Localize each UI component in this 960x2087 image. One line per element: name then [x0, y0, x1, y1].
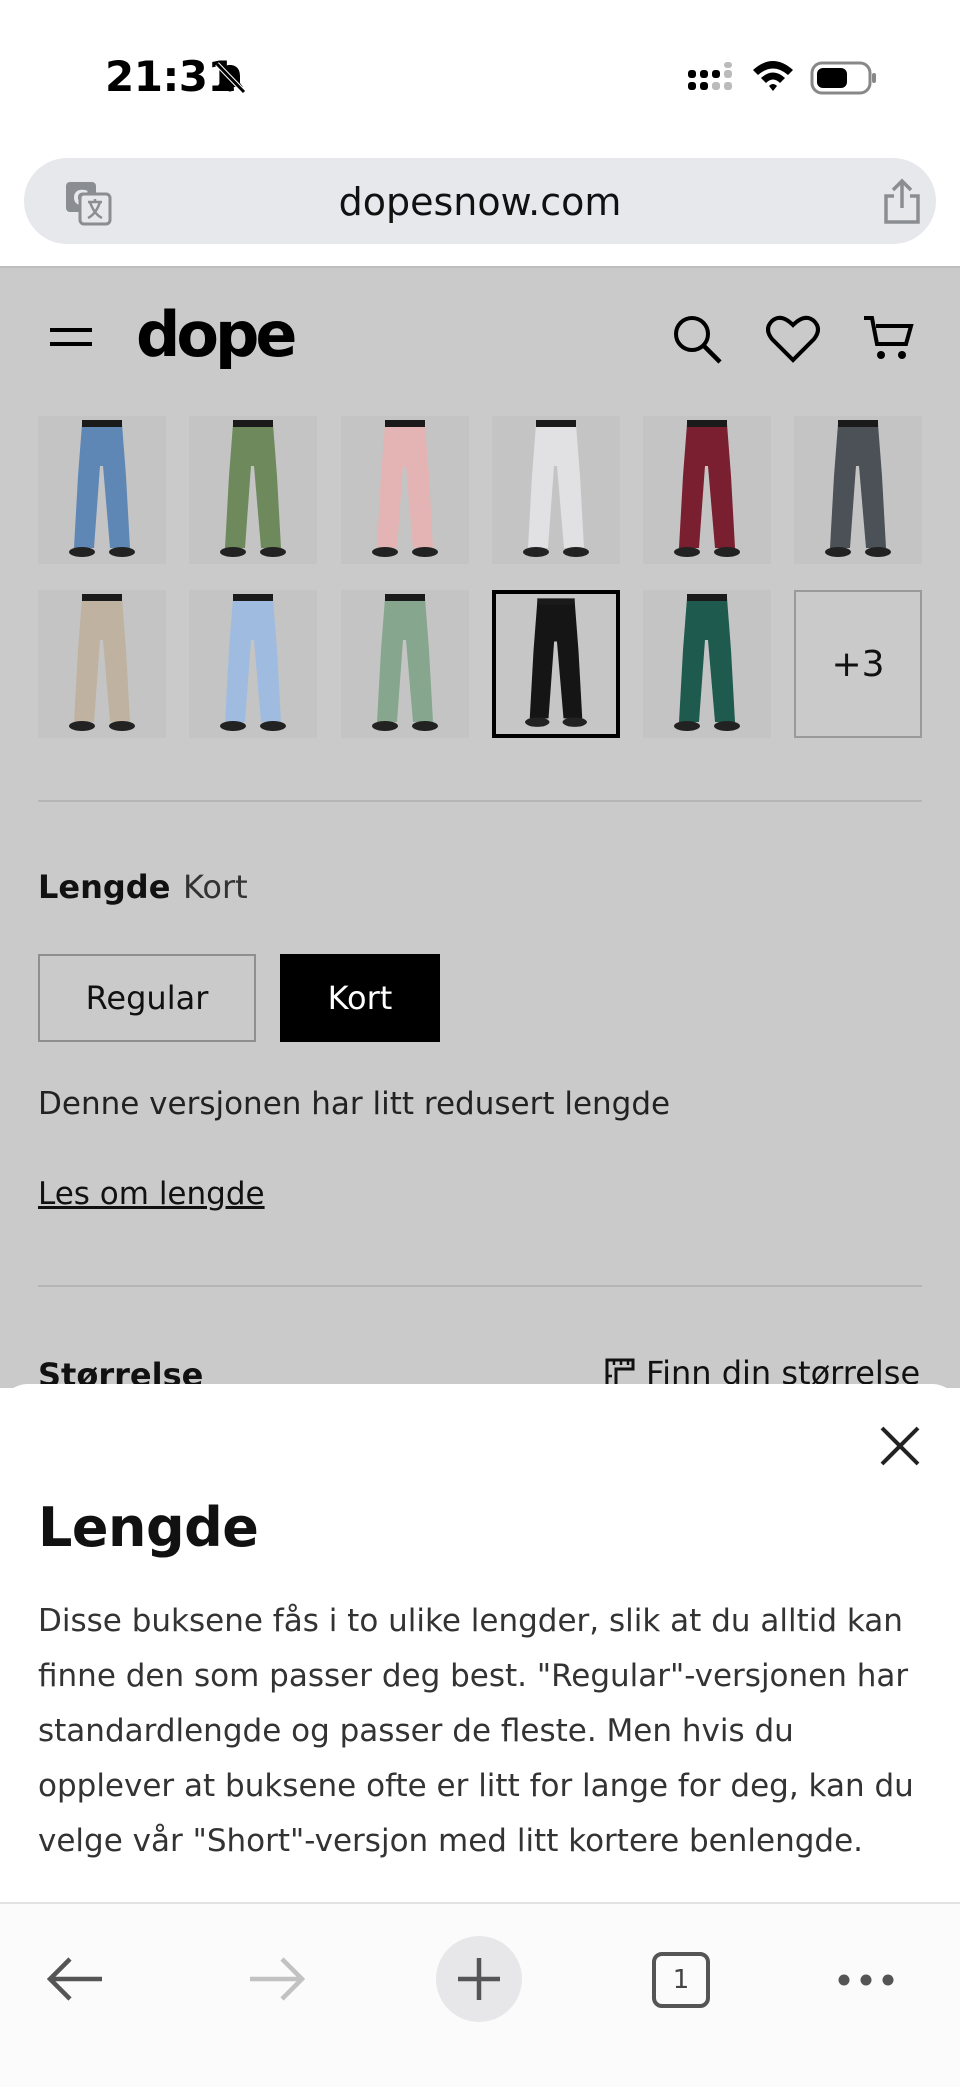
search-icon[interactable]: [670, 312, 724, 366]
length-description: Denne versjonen har litt redusert lengde: [38, 1086, 671, 1122]
length-option-kort[interactable]: Kort: [280, 954, 440, 1042]
color-swatch[interactable]: [189, 590, 317, 738]
site-header: dope: [0, 268, 960, 408]
dope-logo[interactable]: dope: [136, 298, 297, 371]
pants-image: [220, 594, 286, 731]
close-icon[interactable]: [876, 1422, 924, 1470]
pants-image: [220, 420, 286, 557]
heart-icon[interactable]: [766, 314, 820, 364]
section-divider: [38, 1285, 922, 1287]
cart-icon[interactable]: [862, 312, 914, 364]
status-bar: 21:31: [0, 0, 960, 150]
pants-image: [372, 594, 438, 731]
pants-image: [825, 420, 891, 557]
share-icon[interactable]: [880, 178, 924, 226]
section-divider: [38, 800, 922, 802]
plus-icon: [458, 1958, 500, 2000]
forward-arrow-icon[interactable]: [246, 1954, 308, 2004]
color-swatch[interactable]: [38, 590, 166, 738]
pants-image: [372, 420, 438, 557]
more-colors-button[interactable]: +3: [794, 590, 922, 738]
sheet-body-text: Disse buksene fås i to ulike lengder, sl…: [38, 1603, 914, 1859]
menu-icon[interactable]: [50, 324, 92, 352]
length-info-sheet: Lengde Disse buksene fås i to ulike leng…: [0, 1384, 960, 1904]
pants-image: [674, 420, 740, 557]
new-tab-button[interactable]: [436, 1936, 522, 2022]
color-swatch[interactable]: [643, 416, 771, 564]
read-about-length-link[interactable]: Les om lengde: [38, 1176, 265, 1212]
web-content: dope +3 Lengde Kort Regular Kort Denne v…: [0, 268, 960, 1388]
wifi-icon: [753, 61, 793, 91]
pants-image: [69, 420, 135, 557]
more-options-icon[interactable]: [836, 1970, 896, 1990]
color-swatch[interactable]: [38, 416, 166, 564]
tab-switcher-button[interactable]: 1: [652, 1952, 710, 2008]
bell-slash-icon: [215, 62, 246, 94]
address-bar[interactable]: G dopesnow.com: [24, 158, 936, 244]
pants-image: [523, 420, 589, 557]
color-swatch[interactable]: [492, 416, 620, 564]
length-option-regular[interactable]: Regular: [38, 954, 256, 1042]
pants-image: [674, 594, 740, 731]
color-swatch-selected[interactable]: [492, 590, 620, 738]
color-swatch[interactable]: [794, 416, 922, 564]
url-text[interactable]: dopesnow.com: [24, 180, 936, 224]
sheet-title: Lengde: [38, 1496, 259, 1559]
browser-screen: 21:31 dopesnow.com dope +3 Lengde Kort R…: [0, 0, 960, 2087]
length-selected-value: Kort: [183, 868, 248, 906]
address-bar-area: G dopesnow.com: [0, 150, 960, 268]
color-swatch[interactable]: [341, 590, 469, 738]
browser-toolbar: 1: [0, 1902, 960, 2087]
back-arrow-icon[interactable]: [44, 1954, 106, 2004]
length-label: Lengde: [38, 868, 171, 906]
pants-image: [69, 594, 135, 731]
size-guide-link[interactable]: Finn din størrelse: [604, 1354, 920, 1388]
cellular-signal-icon: [688, 62, 732, 90]
color-swatch[interactable]: [189, 416, 317, 564]
color-swatch[interactable]: [341, 416, 469, 564]
pants-image: [525, 598, 587, 727]
size-guide-label: Finn din størrelse: [646, 1354, 921, 1388]
battery-icon: [810, 61, 876, 95]
color-swatch[interactable]: [643, 590, 771, 738]
